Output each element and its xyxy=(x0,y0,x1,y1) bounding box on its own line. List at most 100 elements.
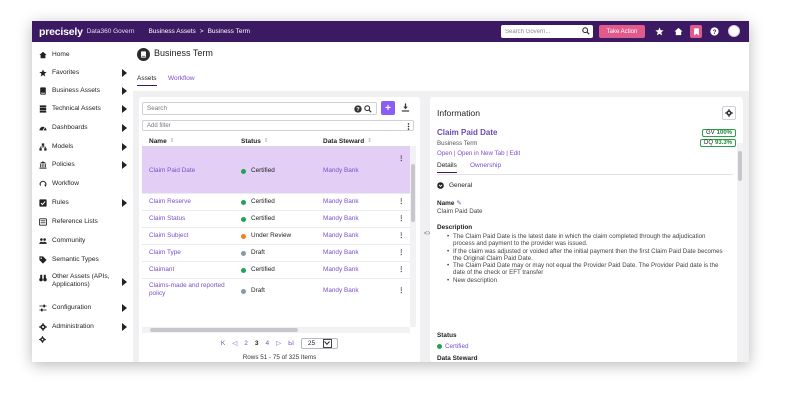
edit-icon[interactable]: ✎ xyxy=(456,200,461,207)
asset-name-link[interactable]: Claim Status xyxy=(149,215,237,223)
sidebar-item-business-assets[interactable]: Business Assets xyxy=(32,86,133,96)
book-icon xyxy=(137,48,150,61)
data-steward-link[interactable]: Mandy Bank xyxy=(323,232,359,240)
sidebar-item-models[interactable]: Models xyxy=(32,142,133,152)
row-menu-icon[interactable]: ⋮ xyxy=(398,215,404,223)
brand-logo[interactable]: precisely xyxy=(39,26,83,38)
grid-horizontal-scrollbar[interactable] xyxy=(142,327,410,333)
row-menu-icon[interactable]: ⋮ xyxy=(398,249,404,257)
search-icon[interactable] xyxy=(364,105,372,115)
grid-vertical-scrollbar[interactable] xyxy=(410,146,416,327)
table-row[interactable]: Claim Paid Date Certified Mandy Bank ⋮ xyxy=(142,147,410,194)
data-steward-link[interactable]: Mandy Bank xyxy=(323,198,359,206)
row-menu-icon[interactable]: ⋮ xyxy=(398,287,404,295)
badge-value: 93.3% xyxy=(714,140,732,146)
home-icon[interactable] xyxy=(673,26,684,37)
info-vertical-scrollbar[interactable] xyxy=(737,143,743,362)
table-row[interactable]: Claim Status Certified Mandy Bank ⋮ xyxy=(142,211,410,228)
add-filter-field[interactable]: Add filter xyxy=(142,120,414,131)
sidebar-item-label: Favorites xyxy=(52,69,80,76)
sidebar-item-dashboards[interactable]: Dashboards xyxy=(32,123,133,133)
breadcrumb-business-term[interactable]: Business Term xyxy=(208,28,251,35)
grid-search-input[interactable] xyxy=(147,105,337,112)
data-steward-link[interactable]: Mandy Bank xyxy=(323,266,359,274)
data-steward-link[interactable]: Mandy Bank xyxy=(323,215,359,223)
gear-icon[interactable] xyxy=(722,106,736,120)
scrollbar-thumb[interactable] xyxy=(150,328,298,332)
sidebar-item-rules[interactable]: Rules xyxy=(32,198,133,208)
sidebar-item-home[interactable]: Home xyxy=(32,50,133,60)
open-link[interactable]: Open xyxy=(437,150,452,157)
asset-name-link[interactable]: Claim Reserve xyxy=(149,198,237,206)
sidebar-item-favorites[interactable]: Favorites xyxy=(32,68,133,78)
row-menu-icon[interactable]: ⋮ xyxy=(398,198,404,206)
sidebar-item-workflow[interactable]: Workflow xyxy=(32,179,133,189)
table-row[interactable]: Claims-made and reported policy Draft Ma… xyxy=(142,279,410,327)
page-2-link[interactable]: 2 xyxy=(244,340,248,347)
table-row[interactable]: Claim Subject Under Review Mandy Bank ⋮ xyxy=(142,228,410,245)
scrollbar-thumb[interactable] xyxy=(411,164,415,222)
asset-name-link[interactable]: Claim Type xyxy=(149,249,237,257)
prev-page-button[interactable]: ◁ xyxy=(232,339,237,347)
column-header-name[interactable]: Name ⇕ xyxy=(149,136,174,146)
avatar[interactable] xyxy=(728,25,740,37)
sidebar-item-reference-lists[interactable]: Reference Lists xyxy=(32,217,133,227)
row-menu-icon[interactable]: ⋮ xyxy=(398,266,404,274)
sidebar-item-administration[interactable]: Administration xyxy=(32,322,133,332)
status-dot xyxy=(241,267,246,273)
scrollbar-thumb[interactable] xyxy=(738,151,742,181)
gear-icon[interactable] xyxy=(39,336,46,345)
row-menu-icon[interactable]: ⋮ xyxy=(398,232,404,240)
global-search-input[interactable] xyxy=(505,28,575,35)
next-page-button[interactable]: ▷ xyxy=(276,339,281,347)
table-row[interactable]: Claimant Certified Mandy Bank ⋮ xyxy=(142,262,410,279)
asset-name-link[interactable]: Claimant xyxy=(149,266,237,274)
bank-icon xyxy=(39,161,47,169)
help-icon[interactable]: ? xyxy=(354,105,362,115)
tab-assets[interactable]: Assets xyxy=(137,75,157,86)
sidebar-item-community[interactable]: Community xyxy=(32,236,133,246)
search-icon[interactable] xyxy=(582,27,590,37)
table-row[interactable]: Claim Reserve Certified Mandy Bank ⋮ xyxy=(142,194,410,211)
star-icon[interactable] xyxy=(654,26,665,37)
tab-details[interactable]: Details xyxy=(437,162,457,173)
row-menu-icon[interactable]: ⋮ xyxy=(398,155,404,163)
general-section-toggle[interactable]: General xyxy=(437,182,472,189)
sidebar-item-technical-assets[interactable]: Technical Assets xyxy=(32,104,133,114)
add-asset-button[interactable]: + xyxy=(381,101,395,115)
information-panel: Information Claim Paid Date GV 100% DQ 93.… xyxy=(430,97,743,362)
bookmark-icon[interactable] xyxy=(690,25,702,38)
field-label-data-steward: Data Steward xyxy=(437,355,478,362)
take-action-button[interactable]: Take Action xyxy=(599,25,645,38)
product-name: Data360 Govern xyxy=(86,28,135,35)
column-header-status[interactable]: Status ⇕ xyxy=(241,136,268,146)
tab-ownership[interactable]: Ownership xyxy=(470,162,501,169)
page-4-link[interactable]: 4 xyxy=(265,340,269,347)
table-row[interactable]: Claim Type Draft Mandy Bank ⋮ xyxy=(142,245,410,262)
asset-name-link[interactable]: Claims-made and reported policy xyxy=(149,282,237,298)
page-size-select[interactable]: 25 xyxy=(301,337,339,349)
kebab-menu-icon[interactable] xyxy=(407,123,410,132)
edit-link[interactable]: Edit xyxy=(510,150,521,157)
asset-name-link[interactable]: Claim Paid Date xyxy=(149,167,237,175)
status-dot xyxy=(241,168,246,174)
data-steward-link[interactable]: Mandy Bank xyxy=(323,287,359,295)
sidebar-item-policies[interactable]: Policies xyxy=(32,160,133,170)
data-steward-link[interactable]: Mandy Bank xyxy=(323,167,359,175)
sidebar-item-other-assets[interactable]: Other Assets (APIs, Applications) xyxy=(32,273,133,291)
badge-label: GV xyxy=(705,130,715,136)
breadcrumb-business-assets[interactable]: Business Assets xyxy=(148,28,195,35)
column-header-data-steward[interactable]: Data Steward ⇕ xyxy=(323,136,372,146)
open-new-tab-link[interactable]: Open in New Tab xyxy=(457,150,504,157)
data-steward-link[interactable]: Mandy Bank xyxy=(323,249,359,257)
sidebar-item-semantic-types[interactable]: Semantic Types xyxy=(32,255,133,265)
sidebar-item-configuration[interactable]: Configuration xyxy=(32,303,133,313)
help-icon[interactable]: ? xyxy=(709,26,720,37)
last-page-button[interactable]: Ы xyxy=(288,340,294,347)
tab-workflow[interactable]: Workflow xyxy=(168,75,195,82)
first-page-button[interactable]: K xyxy=(221,340,225,347)
status-cell: Under Review xyxy=(241,232,291,240)
asset-name-link[interactable]: Claim Subject xyxy=(149,232,237,240)
label-text: Name xyxy=(437,200,455,207)
download-icon[interactable] xyxy=(401,103,410,114)
